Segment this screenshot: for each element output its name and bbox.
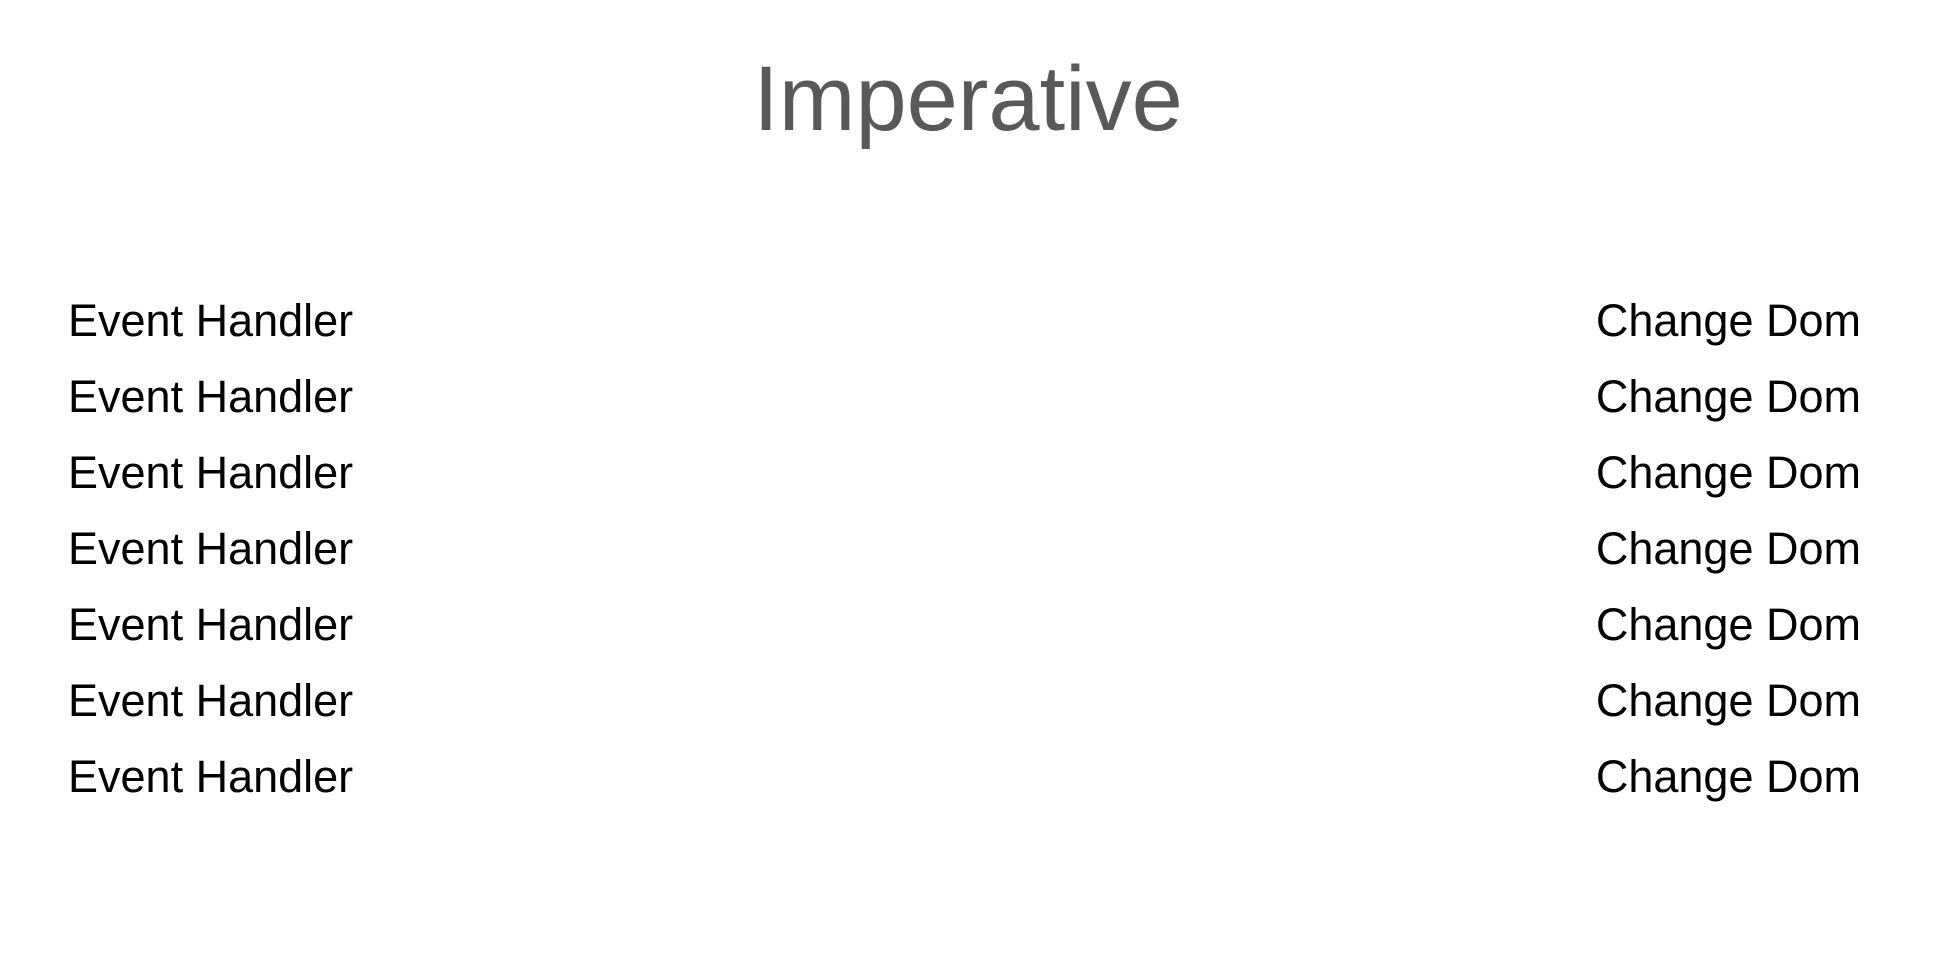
- list-item: Event Handler Change Dom: [68, 672, 1861, 748]
- change-dom-label: Change Dom: [1595, 295, 1861, 346]
- change-dom-label: Change Dom: [1595, 599, 1861, 650]
- event-handler-label: Event Handler: [68, 523, 354, 574]
- list-item: Event Handler Change Dom: [68, 596, 1861, 672]
- change-dom-label: Change Dom: [1595, 751, 1861, 802]
- event-handler-label: Event Handler: [68, 447, 354, 498]
- change-dom-label: Change Dom: [1595, 447, 1861, 498]
- event-handler-label: Event Handler: [68, 751, 354, 802]
- list-item: Event Handler Change Dom: [68, 520, 1861, 596]
- list-item: Event Handler Change Dom: [68, 292, 1861, 368]
- change-dom-label: Change Dom: [1595, 523, 1861, 574]
- event-handler-label: Event Handler: [68, 371, 354, 422]
- slide-title: Imperative: [753, 48, 1183, 150]
- event-handler-label: Event Handler: [68, 599, 354, 650]
- list-item: Event Handler Change Dom: [68, 748, 1861, 824]
- change-dom-label: Change Dom: [1595, 371, 1861, 422]
- row-list: Event Handler Change Dom Event Handler C…: [68, 292, 1861, 824]
- change-dom-label: Change Dom: [1595, 675, 1861, 726]
- event-handler-label: Event Handler: [68, 675, 354, 726]
- list-item: Event Handler Change Dom: [68, 368, 1861, 444]
- event-handler-label: Event Handler: [68, 295, 354, 346]
- slide: Imperative Event Handler Change Dom Even…: [0, 0, 1936, 954]
- list-item: Event Handler Change Dom: [68, 444, 1861, 520]
